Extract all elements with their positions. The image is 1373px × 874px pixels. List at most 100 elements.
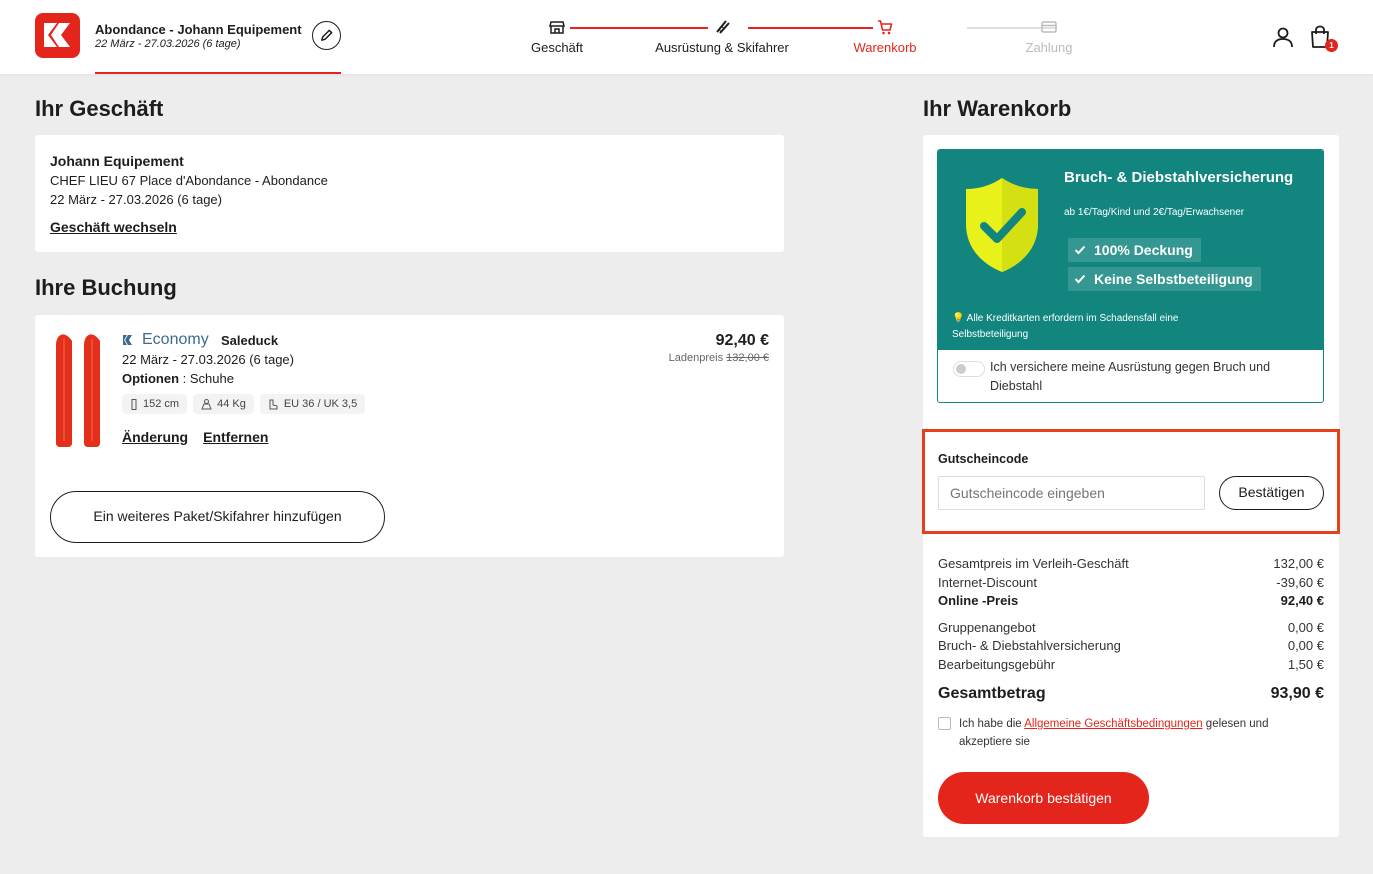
remove-booking-link[interactable]: Entfernen <box>203 429 268 445</box>
edit-booking-link[interactable]: Änderung <box>122 429 188 445</box>
insurance-subtitle: ab 1€/Tag/Kind und 2€/Tag/Erwachsener <box>1064 207 1245 218</box>
store-address: CHEF LIEU 67 Place d'Abondance - Abondan… <box>50 173 328 188</box>
insurance-toggle[interactable] <box>953 361 985 377</box>
total-label: Online -Preis <box>938 593 1019 608</box>
voucher-section: Gutscheincode Bestätigen <box>922 429 1340 534</box>
store-price-label: Ladenpreis <box>668 352 724 364</box>
chip-label: EU 36 / UK 3,5 <box>283 398 358 410</box>
step-payment: Zahlung <box>1014 18 1084 55</box>
step-cart[interactable]: Warenkorb <box>845 18 925 55</box>
booking-heading: Ihre Buchung <box>35 275 177 300</box>
booking-options: Optionen : Schuhe <box>122 371 234 386</box>
weight-chip: 44 Kg <box>193 394 254 414</box>
weight-icon <box>201 398 212 409</box>
store-card: Johann Equipement CHEF LIEU 67 Place d'A… <box>35 135 784 252</box>
total-label: Bruch- & Diebstahlversicherung <box>938 638 1121 653</box>
chip-label: 152 cm <box>143 398 180 410</box>
store-summary: Abondance - Johann Equipement 22 März - … <box>95 22 341 74</box>
store-heading: Ihr Geschäft <box>35 96 164 121</box>
insurance-banner: Bruch- & Diebstahlversicherung ab 1€/Tag… <box>938 150 1323 350</box>
grand-total-row: Gesamtbetrag 93,90 € <box>938 685 1324 703</box>
options-value: : Schuhe <box>179 371 234 386</box>
confirm-cart-button[interactable]: Warenkorb bestätigen <box>938 772 1149 824</box>
cart-heading: Ihr Warenkorb <box>923 96 1072 121</box>
insurance-panel: Bruch- & Diebstahlversicherung ab 1€/Tag… <box>937 149 1324 403</box>
store-title: Abondance - Johann Equipement <box>95 22 302 37</box>
total-row: Bruch- & Diebstahlversicherung 0,00 € <box>938 638 1324 653</box>
store-dates: 22 März - 27.03.2026 (6 tage) <box>95 38 241 50</box>
check-icon <box>1074 274 1086 284</box>
voucher-label: Gutscheincode <box>938 452 1029 466</box>
step-equipment[interactable]: Ausrüstung & Skifahrer <box>648 18 796 55</box>
ski-image <box>56 334 72 447</box>
step-label: Ausrüstung & Skifahrer <box>655 40 789 55</box>
total-label: Gesamtpreis im Verleih-Geschäft <box>938 556 1129 571</box>
boot-icon <box>269 399 278 409</box>
total-value: 1,50 € <box>1287 657 1324 672</box>
product-model: Saleduck <box>221 333 279 348</box>
shield-check-icon <box>966 178 1038 272</box>
grand-total-label: Gesamtbetrag <box>938 685 1046 702</box>
voucher-input[interactable] <box>938 476 1205 510</box>
total-value: 0,00 € <box>1287 620 1324 635</box>
step-label: Geschäft <box>530 40 584 55</box>
benefit-label: Keine Selbstbeteiligung <box>1094 271 1253 287</box>
voucher-submit-button[interactable]: Bestätigen <box>1219 476 1324 510</box>
brand-name: Economy <box>142 331 209 348</box>
step-store[interactable]: Geschäft <box>520 18 594 55</box>
total-value: 92,40 € <box>1280 593 1324 608</box>
store-price: Ladenpreis 132,00 € <box>669 352 769 364</box>
credit-card-icon <box>1041 21 1057 33</box>
top-header: Abondance - Johann Equipement 22 März - … <box>0 0 1373 74</box>
checkout-stepper: Geschäft Ausrüstung & Skifahrer Warenkor… <box>520 18 1090 63</box>
user-account-icon[interactable] <box>1271 25 1295 49</box>
brand-logo[interactable] <box>35 13 80 58</box>
grand-total-value: 93,90 € <box>1270 685 1324 702</box>
height-chip: 152 cm <box>122 394 188 414</box>
edit-store-button[interactable] <box>312 21 341 50</box>
pencil-icon <box>321 29 333 41</box>
total-value: 0,00 € <box>1287 638 1324 653</box>
shop-icon <box>549 21 565 34</box>
check-icon <box>1074 245 1086 255</box>
terms-link[interactable]: Allgemeine Geschäftsbedingungen <box>1024 718 1202 730</box>
cart-count-badge: 1 <box>1325 39 1338 52</box>
total-label: Bearbeitungsgebühr <box>938 657 1056 672</box>
insurance-benefit: 100% Deckung <box>1068 238 1201 262</box>
product-brand: Economy <box>122 331 209 349</box>
change-store-link[interactable]: Geschäft wechseln <box>50 219 177 235</box>
total-value: -39,60 € <box>1276 575 1324 590</box>
total-row: Gruppenangebot 0,00 € <box>938 620 1324 635</box>
options-label: Optionen <box>122 371 180 386</box>
insurance-note: 💡 Alle Kreditkarten erfordern im Schaden… <box>952 313 1179 340</box>
store-name: Johann Equipement <box>50 153 184 169</box>
store-dates-line: 22 März - 27.03.2026 (6 tage) <box>50 192 222 207</box>
booking-price: 92,40 € <box>715 332 769 349</box>
total-row: Online -Preis 92,40 € <box>938 593 1324 608</box>
skis-icon <box>716 20 730 34</box>
booking-card: Economy Saleduck 22 März - 27.03.2026 (6… <box>35 315 784 557</box>
insurance-benefit: Keine Selbstbeteiligung <box>1068 267 1261 291</box>
booking-dates: 22 März - 27.03.2026 (6 tage) <box>122 352 294 367</box>
cart-icon <box>878 20 893 35</box>
skier-attributes: 152 cm 44 Kg EU 36 / UK 3,5 <box>122 394 366 414</box>
benefit-label: 100% Deckung <box>1094 242 1193 258</box>
total-label: Internet-Discount <box>938 575 1037 590</box>
total-row: Internet-Discount -39,60 € <box>938 575 1324 590</box>
chip-label: 44 Kg <box>217 398 246 410</box>
brand-mark-icon <box>123 335 132 345</box>
insurance-title: Bruch- & Diebstahlversicherung <box>1064 169 1294 186</box>
total-label: Gruppenangebot <box>938 620 1036 635</box>
terms-checkbox[interactable] <box>938 717 951 730</box>
booking-actions: Änderung Entfernen <box>122 429 268 445</box>
store-price-value: 132,00 € <box>726 352 769 364</box>
insurance-toggle-label: Ich versichere meine Ausrüstung gegen Br… <box>990 360 1271 393</box>
terms-acceptance: Ich habe die Allgemeine Geschäftsbedingu… <box>938 715 1324 751</box>
total-value: 132,00 € <box>1273 556 1324 571</box>
total-row: Gesamtpreis im Verleih-Geschäft 132,00 € <box>938 556 1324 571</box>
add-package-button[interactable]: Ein weiteres Paket/Skifahrer hinzufügen <box>50 491 385 543</box>
boot-size-chip: EU 36 / UK 3,5 <box>259 394 366 414</box>
height-icon <box>131 398 137 410</box>
step-label: Warenkorb <box>853 40 917 55</box>
step-label: Zahlung <box>1025 40 1073 55</box>
